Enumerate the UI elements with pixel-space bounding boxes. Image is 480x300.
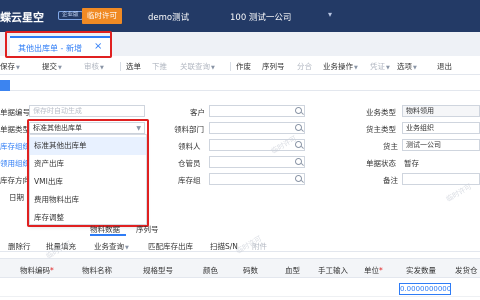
search-icon[interactable] [295, 107, 302, 114]
top-header: 蝶云星空 企业版 临时许可 demo测试 100 测试一公司 ▾ [0, 0, 480, 32]
chevron-down-icon[interactable]: ▼ [125, 245, 129, 251]
serial-number-button[interactable]: 序列号 [262, 61, 285, 72]
grid-header: 物料编码* 物料名称 规格型号 颜色 码数 血型 手工输入 单位* 实发数量 发… [0, 258, 480, 278]
chevron-down-icon[interactable]: ▼ [413, 65, 417, 71]
section-marker[interactable] [0, 80, 10, 91]
delete-row-button[interactable]: 删除行 [8, 241, 31, 252]
tenant-name[interactable]: demo测试 [148, 11, 189, 23]
col-label: 单位 [364, 266, 379, 275]
chevron-down-icon[interactable]: ▼ [16, 65, 20, 71]
divider [120, 62, 121, 71]
save-label: 保存 [0, 62, 15, 71]
col-qty[interactable]: 实发数量 [406, 265, 436, 276]
chevron-down-icon[interactable]: ▼ [354, 65, 358, 71]
chevron-down-icon[interactable]: ▼ [211, 65, 215, 71]
business-query-label: 业务查询 [94, 242, 124, 251]
chevron-down-icon[interactable]: ▼ [386, 65, 390, 71]
active-tab-indicator [90, 234, 126, 236]
col-size[interactable]: 码数 [243, 265, 258, 276]
picker-label: 领料人 [178, 142, 201, 151]
voucher-label: 凭证 [370, 62, 385, 71]
col-spec[interactable]: 规格型号 [143, 265, 173, 276]
stock-direction-label: 库存方向 [0, 176, 30, 185]
status-value: 暂存 [404, 159, 419, 168]
owner-label: 货主 [383, 142, 398, 151]
customer-input[interactable] [209, 105, 305, 117]
required-marker: * [379, 266, 383, 275]
keeper-input[interactable] [209, 156, 305, 168]
col-material-code[interactable]: 物料编码* [20, 265, 54, 276]
edition-badge: 企业版 [58, 11, 83, 20]
owner-input[interactable]: 测试一公司 [402, 139, 480, 151]
related-query-label: 关联查询 [180, 62, 210, 71]
exit-button[interactable]: 退出 [437, 61, 452, 72]
required-marker: * [50, 266, 54, 275]
col-label: 物料编码 [20, 266, 50, 275]
business-ops-label: 业务操作 [323, 62, 353, 71]
tab-serial-number[interactable]: 序列号 [136, 224, 159, 235]
chevron-down-icon[interactable]: ▾ [328, 10, 332, 19]
detail-tabs: 物料数据 序列号 [0, 224, 480, 236]
doc-type-label: 单据类型 [0, 125, 30, 134]
biz-type-select[interactable]: 物料领用 [402, 105, 480, 117]
status-label: 单据状态 [366, 159, 396, 168]
org-selector[interactable]: 100 测试一公司 [230, 11, 291, 23]
dept-input[interactable] [209, 122, 305, 134]
owner-type-select[interactable]: 业务组织 [402, 122, 480, 134]
stock-group-label: 库存组 [178, 176, 201, 185]
push-down-button[interactable]: 下推 [152, 61, 167, 72]
related-query-button[interactable]: 关联查询▼ [180, 61, 215, 72]
match-stock-out-button[interactable]: 匹配库存出库 [148, 241, 193, 252]
chevron-down-icon[interactable]: ▼ [100, 65, 104, 71]
submit-label: 提交 [42, 62, 57, 71]
dropdown-annotation-box [27, 119, 149, 227]
main-toolbar: 保存▼ 提交▼ 审核▼ 选单 下推 关联查询▼ 作废 序列号 分合 业务操作▼ … [0, 57, 480, 75]
stock-org-label: 库存组织 [0, 142, 30, 151]
owner-type-label: 货主类型 [366, 125, 396, 134]
business-query-button[interactable]: 业务查询▼ [94, 241, 129, 252]
date-label: 日期 [9, 193, 24, 202]
doc-no-label: 单据编号 [0, 108, 30, 117]
divider [230, 62, 231, 71]
col-unit[interactable]: 单位* [364, 265, 383, 276]
audit-label: 审核 [84, 62, 99, 71]
select-bill-button[interactable]: 选单 [126, 61, 141, 72]
tab-annotation-box [5, 31, 112, 58]
col-material-name[interactable]: 物料名称 [82, 265, 112, 276]
qty-cell[interactable]: 0.0000000000 [399, 283, 451, 295]
voucher-button[interactable]: 凭证▼ [370, 61, 390, 72]
search-icon[interactable] [295, 175, 302, 182]
void-button[interactable]: 作废 [236, 61, 251, 72]
stock-group-input[interactable] [209, 173, 305, 185]
col-blood-type[interactable]: 血型 [285, 265, 300, 276]
col-color[interactable]: 颜色 [203, 265, 218, 276]
save-button[interactable]: 保存▼ [0, 61, 20, 72]
search-icon[interactable] [295, 158, 302, 165]
dept-label: 领料部门 [174, 125, 204, 134]
biz-type-label: 业务类型 [366, 108, 396, 117]
remark-label: 备注 [383, 176, 398, 185]
search-icon[interactable] [295, 124, 302, 131]
audit-button[interactable]: 审核▼ [84, 61, 104, 72]
license-button[interactable]: 临时许可 [82, 8, 122, 24]
split-merge-button[interactable]: 分合 [297, 61, 312, 72]
col-manual-input[interactable]: 手工输入 [318, 265, 348, 276]
submit-button[interactable]: 提交▼ [42, 61, 62, 72]
options-label: 选项 [397, 62, 412, 71]
divider [10, 90, 480, 91]
business-ops-button[interactable]: 业务操作▼ [323, 61, 358, 72]
use-org-label: 领用组织 [0, 159, 30, 168]
chevron-down-icon[interactable]: ▼ [58, 65, 62, 71]
col-warehouse[interactable]: 发货仓 [455, 265, 478, 276]
customer-label: 客户 [190, 108, 205, 117]
brand-logo: 蝶云星空 [0, 11, 44, 24]
doc-no-input[interactable]: 保存时自动生成 [29, 105, 145, 117]
keeper-label: 仓管员 [178, 159, 201, 168]
options-button[interactable]: 选项▼ [397, 61, 417, 72]
watermark: 临时许可 [444, 182, 474, 204]
